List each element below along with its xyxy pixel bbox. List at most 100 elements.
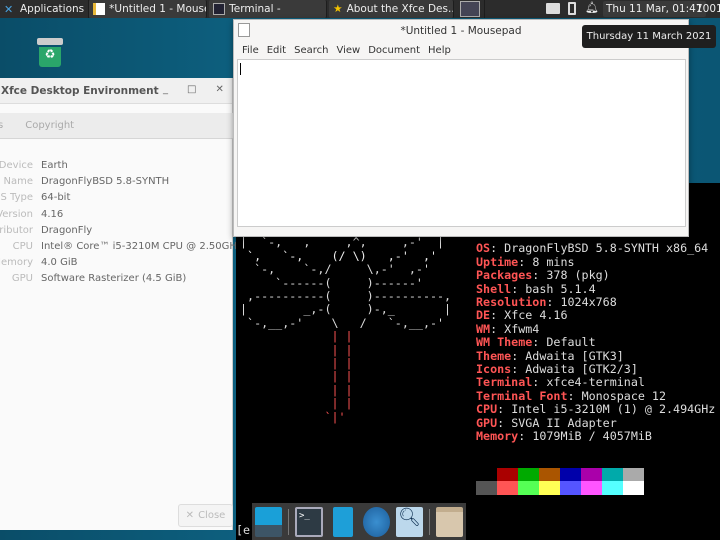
color-swatch [539,468,560,481]
tab-credits[interactable]: s [0,120,3,131]
dock: >_ 🔍︎ [252,503,466,540]
workspace-switcher[interactable] [456,0,486,18]
info-line: CPU: Intel i5-3210M (1) @ 2.494GHz [476,402,716,417]
dragonfly-ascii-art: , , | , ,| `-, , ,^, ,-' | `, `-, (/ \) … [240,222,458,424]
workspace-icon [460,1,481,17]
info-label: tributor [0,224,33,236]
info-val: Default [546,335,596,350]
mousepad-app-icon [238,23,250,37]
info-key: GPU [476,415,498,430]
art-line: | | [240,342,353,357]
info-value: Intel® Core™ i5-3210M CPU @ 2.50GHz [41,241,243,252]
info-key: WM Theme [476,335,533,350]
home-folder-icon[interactable] [435,506,463,537]
color-swatch [476,468,497,481]
info-label: Device [0,160,33,171]
color-swatch [518,481,539,495]
mousepad-window: *Untitled 1 - Mousepad File Edit Search … [233,19,689,237]
info-key: Packages [476,268,533,283]
color-swatch [497,468,518,481]
info-value: 4.16 [41,208,64,220]
show-desktop-icon[interactable] [255,506,283,537]
info-line: Theme: Adwaita [GTK3] [476,348,624,363]
info-label: CPU [12,241,33,252]
xfce-logo-icon: ✕ [4,3,14,16]
info-line: DE: Xfce 4.16 [476,308,568,323]
task-mousepad[interactable]: *Untitled 1 - Mousepad [89,0,208,18]
art-line: | | [240,382,353,397]
info-val: Intel i5-3210M (1) @ 2.494GHz [511,402,716,417]
task-terminal[interactable]: Terminal - [209,0,328,18]
color-swatch [623,481,644,495]
info-line: Packages: 378 (pkg) [476,268,610,283]
art-line: | | [240,396,353,411]
info-key: Shell [476,281,512,296]
art-line: `, `-, (/ \) ,-' ,' [240,248,438,263]
app-finder-icon[interactable]: 🔍︎ [395,506,423,537]
info-key: DE [476,308,491,323]
info-val: 1079MiB / 4057MiB [532,429,652,444]
maximize-button[interactable]: □ [187,84,196,95]
info-line: WM Theme: Default [476,335,596,350]
info-row: Version 4.16 [0,209,63,220]
neofetch-info: ----------OS: DragonFlyBSD 5.8-SYNTH x86… [476,228,716,444]
info-val: 378 (pkg) [546,268,610,283]
terminal-icon[interactable]: >_ [295,506,323,537]
star-icon: ★ [333,3,343,15]
terminal-prompt: [e [236,523,251,537]
info-line: Icons: Adwaita [GTK2/3] [476,362,638,377]
text-caret [240,63,241,75]
close-window-button[interactable]: ✕ [215,84,223,95]
info-key: Theme [476,348,512,363]
info-val: Monospace 12 [581,388,667,403]
menu-edit[interactable]: Edit [263,45,290,56]
menu-view[interactable]: View [332,45,364,56]
info-row: tributor DragonFly [0,225,92,236]
file-manager-icon[interactable] [332,506,353,537]
color-swatch [560,481,581,495]
web-browser-icon[interactable] [362,506,390,537]
menu-help[interactable]: Help [424,45,455,56]
color-swatch [581,481,602,495]
info-row: Memory 4.0 GiB [0,257,77,268]
info-val: Adwaita [GTK3] [525,348,624,363]
info-label: S Name [0,176,33,188]
color-swatch [560,468,581,481]
info-row: OS Type 64-bit [0,192,70,203]
mousepad-icon [93,3,106,15]
info-line: Shell: bash 5.1.4 [476,281,596,296]
art-line: | _,-( )-,_ | [240,302,452,317]
info-key: WM [476,321,491,336]
keyboard-icon[interactable] [546,3,560,14]
menu-document[interactable]: Document [364,45,424,56]
trash-desktop-icon[interactable]: ♻ [37,38,63,68]
task-about-xfce[interactable]: ★ About the Xfce Des... [329,0,455,18]
notification-bell-icon[interactable]: 🔔︎ [585,1,599,14]
info-key: Terminal [476,375,533,390]
user-label[interactable]: 1001 [696,0,720,18]
text-editor-area[interactable] [237,59,686,227]
color-swatch [476,481,497,495]
close-button[interactable]: ✕ Close [178,504,233,527]
info-val: Xfwm4 [504,321,540,336]
color-swatch [602,481,623,495]
info-line: WM: Xfwm4 [476,321,540,336]
info-value: DragonFlyBSD 5.8-SYNTH [41,176,170,188]
menu-file[interactable]: File [238,45,263,56]
art-line: | | [240,356,353,371]
color-swatch [623,468,644,481]
info-line: Uptime: 8 mins [476,254,575,269]
art-line: `|' [240,409,346,424]
art-line: `------( )------' [240,275,423,290]
info-val: 8 mins [532,254,575,269]
info-val: xfce4-terminal [546,375,645,390]
info-key: CPU [476,402,498,417]
menu-search[interactable]: Search [290,45,332,56]
battery-icon[interactable] [568,2,576,15]
minimize-button[interactable]: _ [163,84,168,95]
art-line: | | [240,369,353,384]
tab-copyright[interactable]: Copyright [25,120,74,131]
applications-menu[interactable]: ✕ Applications [0,0,90,18]
clock[interactable]: Thu 11 Mar, 01:47 [603,1,706,17]
color-palette [476,468,644,495]
